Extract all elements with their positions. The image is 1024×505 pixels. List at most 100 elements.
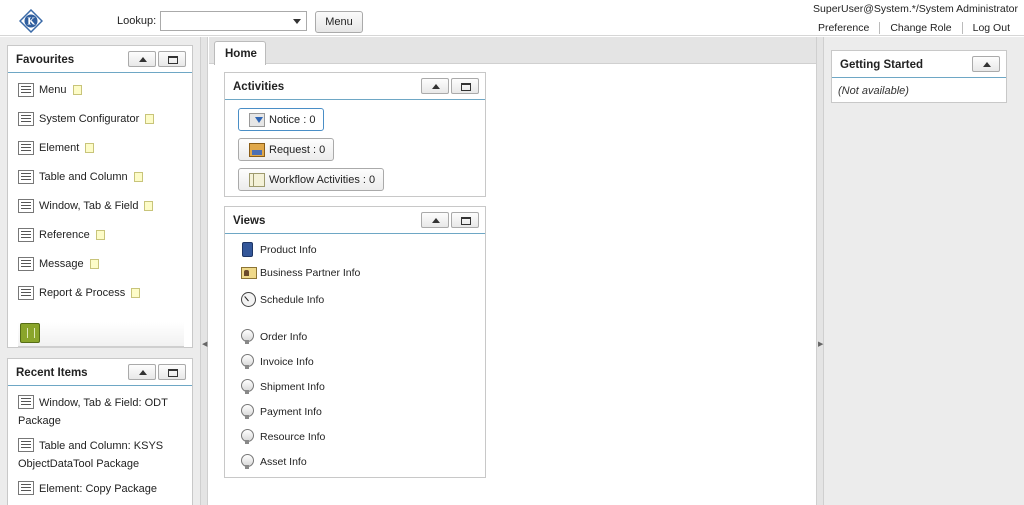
collapse-button[interactable] (972, 56, 1000, 72)
note-icon[interactable] (89, 259, 99, 269)
activities-title: Activities (233, 81, 285, 93)
favourite-item-reference[interactable]: Reference (18, 228, 105, 242)
view-label: Payment Info (260, 406, 322, 418)
recent-item-label: Element: Copy Package (39, 483, 158, 495)
favourite-item-menu[interactable]: Menu (18, 83, 82, 97)
right-panel (824, 37, 1024, 505)
favourites-portlet: Favourites Menu System Configurator Elem… (7, 45, 193, 348)
favourite-item-window-tab-field[interactable]: Window, Tab & Field (18, 199, 154, 213)
view-shipment-info[interactable]: Shipment Info (241, 379, 325, 395)
preference-link[interactable]: Preference (808, 22, 879, 34)
view-label: Schedule Info (260, 293, 325, 306)
favourite-item-table-and-column[interactable]: Table and Column (18, 170, 143, 184)
workflow-activities-button[interactable]: Workflow Activities : 0 (238, 168, 385, 191)
request-button[interactable]: Request : 0 (238, 138, 335, 161)
note-icon[interactable] (133, 172, 143, 182)
header-links: Preference Change Role Log Out (808, 22, 1020, 34)
k-logo-icon[interactable]: K (19, 9, 43, 33)
collapse-button[interactable] (421, 212, 449, 228)
left-splitter[interactable]: ◀ (200, 37, 208, 505)
trash-drop-area[interactable] (18, 322, 184, 348)
favourite-label: Element (39, 142, 80, 154)
favourite-item-report-process[interactable]: Report & Process (18, 286, 141, 300)
collapse-button[interactable] (128, 51, 156, 67)
note-icon[interactable] (144, 201, 154, 211)
note-icon[interactable] (131, 288, 141, 298)
favourite-label: Report & Process (39, 287, 126, 299)
view-schedule-info[interactable]: Schedule Info (241, 292, 324, 307)
maximize-button[interactable] (451, 212, 479, 228)
note-icon[interactable] (95, 230, 105, 240)
info-bulb-icon (241, 354, 254, 370)
window-icon (18, 112, 34, 126)
change-role-link[interactable]: Change Role (879, 22, 961, 34)
view-asset-info[interactable]: Asset Info (241, 454, 307, 470)
view-label: Product Info (260, 243, 317, 256)
view-label: Asset Info (260, 456, 307, 468)
activities-header: Activities (225, 73, 485, 100)
notice-button[interactable]: Notice : 0 (238, 108, 325, 131)
favourite-item-element[interactable]: Element (18, 141, 95, 155)
log-out-link[interactable]: Log Out (961, 22, 1020, 34)
lookup-label: Lookup: (117, 15, 157, 27)
collapse-button[interactable] (128, 364, 156, 380)
view-product-info[interactable]: Product Info (241, 242, 317, 257)
window-icon (18, 257, 34, 271)
chevron-down-icon (293, 19, 301, 24)
maximize-button[interactable] (158, 51, 186, 67)
view-business-partner-info[interactable]: Business Partner Info (241, 267, 360, 279)
views-title: Views (233, 215, 266, 227)
window-icon (18, 395, 34, 409)
view-label: Order Info (260, 331, 308, 343)
recent-items-header: Recent Items (8, 359, 192, 386)
favourite-label: Table and Column (39, 171, 128, 183)
tab-bar (209, 37, 816, 64)
favourites-header: Favourites (8, 46, 192, 73)
view-label: Business Partner Info (260, 267, 361, 279)
window-icon (18, 228, 34, 242)
view-label: Invoice Info (260, 356, 314, 368)
favourite-item-system-configurator[interactable]: System Configurator (18, 112, 155, 126)
collapse-left-icon[interactable]: ◀ (202, 340, 207, 348)
favourite-label: Reference (39, 229, 90, 241)
request-icon (249, 142, 265, 157)
app-header: K Lookup: Menu SuperUser@System.*/System… (0, 0, 1024, 36)
view-label: Resource Info (260, 431, 326, 443)
recent-item[interactable]: Window, Tab & Field: ODT Package (18, 394, 188, 430)
collapse-button[interactable] (421, 78, 449, 94)
recent-item[interactable]: Element: Copy Package (18, 480, 188, 498)
maximize-button[interactable] (158, 364, 186, 380)
window-icon (18, 199, 34, 213)
note-icon[interactable] (85, 143, 95, 153)
favourite-label: System Configurator (39, 113, 140, 125)
trash-icon[interactable] (20, 323, 40, 343)
window-icon (18, 170, 34, 184)
notice-icon (249, 112, 265, 127)
favourite-item-message[interactable]: Message (18, 257, 99, 271)
note-icon[interactable] (145, 114, 155, 124)
note-icon[interactable] (72, 85, 82, 95)
right-splitter[interactable]: ▶ (816, 37, 824, 505)
info-bulb-icon (241, 454, 254, 470)
recent-items-portlet: Recent Items Window, Tab & Field: ODT Pa… (7, 358, 193, 505)
notice-label: Notice : 0 (269, 113, 316, 126)
collapse-right-icon[interactable]: ▶ (818, 340, 823, 348)
request-label: Request : 0 (269, 143, 326, 156)
menu-button[interactable]: Menu (315, 11, 363, 33)
view-payment-info[interactable]: Payment Info (241, 404, 322, 420)
tab-home[interactable]: Home (214, 41, 266, 65)
recent-items-title: Recent Items (16, 367, 88, 379)
window-icon (18, 83, 34, 97)
info-bulb-icon (241, 429, 254, 445)
view-label: Shipment Info (260, 381, 325, 393)
recent-item[interactable]: Table and Column: KSYS ObjectDataTool Pa… (18, 437, 188, 473)
favourite-label: Window, Tab & Field (39, 200, 139, 212)
clock-icon (241, 292, 256, 307)
lookup-select[interactable] (160, 11, 307, 31)
view-order-info[interactable]: Order Info (241, 329, 307, 345)
product-icon (242, 242, 253, 257)
view-resource-info[interactable]: Resource Info (241, 429, 325, 445)
info-bulb-icon (241, 329, 254, 345)
view-invoice-info[interactable]: Invoice Info (241, 354, 314, 370)
maximize-button[interactable] (451, 78, 479, 94)
